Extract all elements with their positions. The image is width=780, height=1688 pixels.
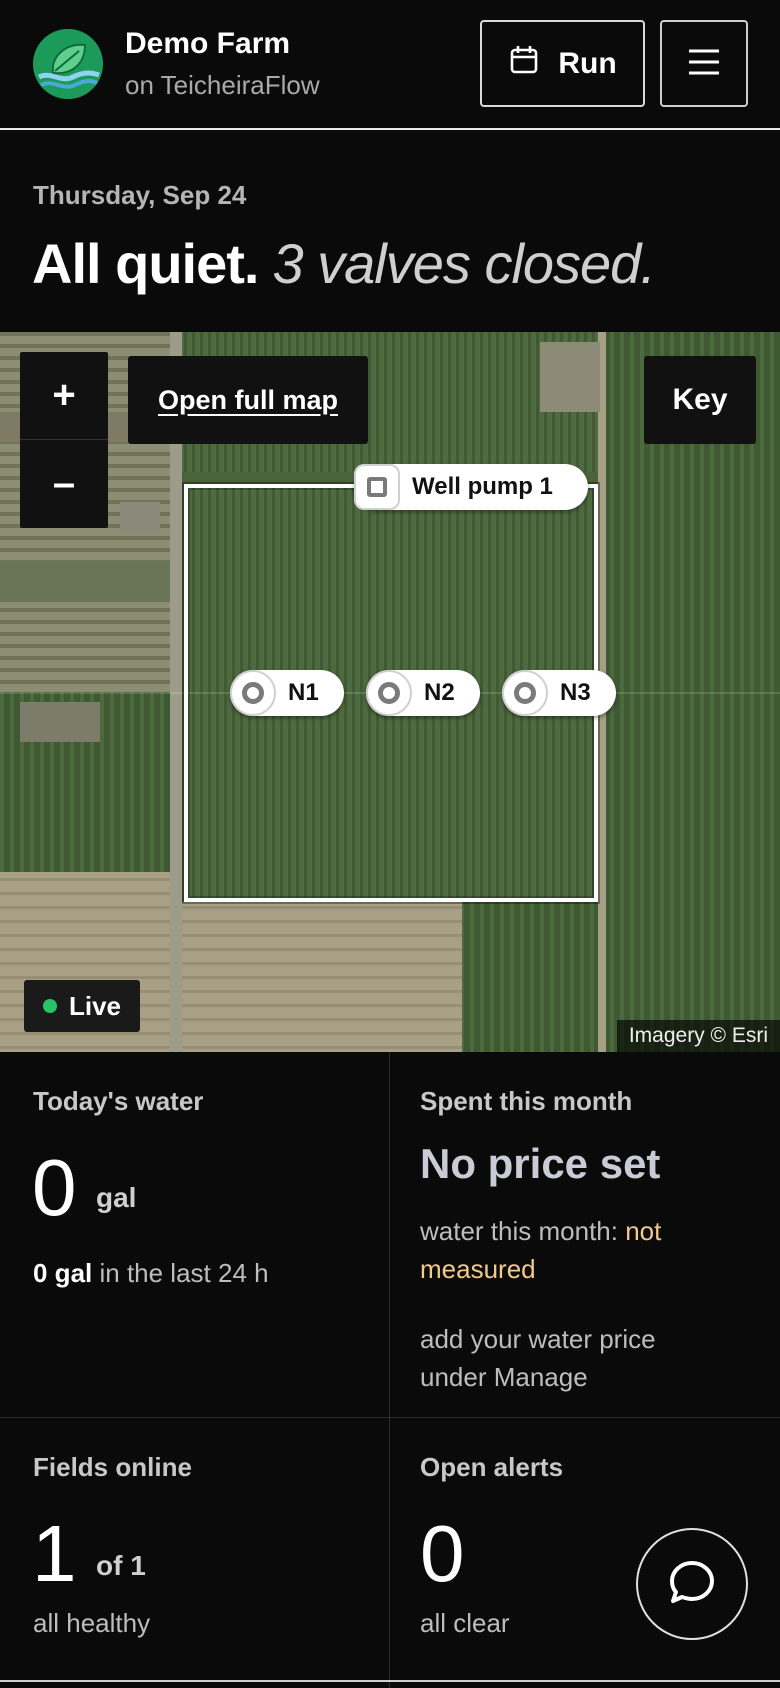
water-value: 0 <box>32 1143 77 1232</box>
map-key-button[interactable]: Key <box>644 356 756 444</box>
farm-name: Demo Farm <box>125 27 291 60</box>
valve-icon <box>502 670 548 716</box>
run-button-label: Run <box>558 46 617 80</box>
map-attribution: Imagery © Esri <box>616 1020 780 1052</box>
water-this-month: water this month: not measured <box>420 1212 760 1288</box>
current-date: Thursday, Sep 24 <box>33 180 247 210</box>
farm-map[interactable]: + – Open full map Key Well pump 1 N1 N2 … <box>0 332 780 1052</box>
live-indicator: Live <box>24 980 140 1032</box>
well-pump-marker[interactable]: Well pump 1 <box>354 464 588 510</box>
valve-label: N3 <box>560 679 591 706</box>
water-this-month-label: water this month: <box>420 1216 618 1246</box>
fields-online-card[interactable]: Fields online 1 of 1 all healthy <box>0 1418 390 1688</box>
water-last-24h-text: in the last 24 h <box>99 1258 269 1288</box>
pump-label: Well pump 1 <box>412 473 553 500</box>
spent-value: No price set <box>420 1140 661 1187</box>
valve-marker-n1[interactable]: N1 <box>230 670 344 716</box>
status-detail: 3 valves closed. <box>272 232 655 295</box>
app-header: Demo Farm on TeicheiraFlow Run <box>0 0 780 130</box>
pump-icon <box>354 464 400 510</box>
fields-value: 1 <box>32 1509 77 1598</box>
bottom-divider <box>0 1680 780 1682</box>
chat-bubble-icon <box>666 1557 718 1612</box>
valve-marker-n3[interactable]: N3 <box>502 670 616 716</box>
card-label: Open alerts <box>420 1452 564 1482</box>
card-label: Fields online <box>33 1452 192 1482</box>
status-headline: All quiet. 3 valves closed. <box>32 232 656 296</box>
zoom-in-button[interactable]: + <box>20 352 108 439</box>
water-unit: gal <box>96 1182 137 1213</box>
valve-marker-n2[interactable]: N2 <box>366 670 480 716</box>
alerts-value: 0 <box>420 1509 465 1598</box>
live-dot-icon <box>42 999 57 1013</box>
valve-icon <box>230 670 276 716</box>
live-label: Live <box>68 990 122 1021</box>
spent-this-month-card[interactable]: Spent this month No price set water this… <box>390 1052 780 1418</box>
water-last-24h-value: 0 gal <box>33 1258 93 1288</box>
open-full-map-button[interactable]: Open full map <box>128 356 368 444</box>
price-hint: add your water price under Manage <box>420 1324 656 1392</box>
fields-note: all healthy <box>33 1608 151 1638</box>
menu-button[interactable] <box>660 20 748 107</box>
todays-water-card[interactable]: Today's water 0 gal 0 gal in the last 24… <box>0 1052 390 1418</box>
water-last-24h: 0 gal in the last 24 h <box>33 1258 269 1289</box>
run-button[interactable]: Run <box>480 20 645 107</box>
zoom-out-button[interactable]: – <box>20 439 108 526</box>
valve-icon <box>366 670 412 716</box>
valve-label: N2 <box>424 679 455 706</box>
valve-label: N1 <box>288 679 319 706</box>
chat-button[interactable] <box>636 1528 748 1640</box>
status-text: All quiet. <box>32 232 259 295</box>
fields-total: of 1 <box>96 1550 146 1581</box>
platform-name: on TeicheiraFlow <box>125 70 320 100</box>
card-label: Spent this month <box>420 1086 633 1116</box>
card-label: Today's water <box>33 1086 204 1116</box>
hamburger-icon <box>687 48 721 79</box>
zoom-controls: + – <box>20 352 108 528</box>
calendar-icon <box>508 44 540 84</box>
alerts-note: all clear <box>420 1608 510 1638</box>
farm-logo-icon <box>33 29 103 99</box>
